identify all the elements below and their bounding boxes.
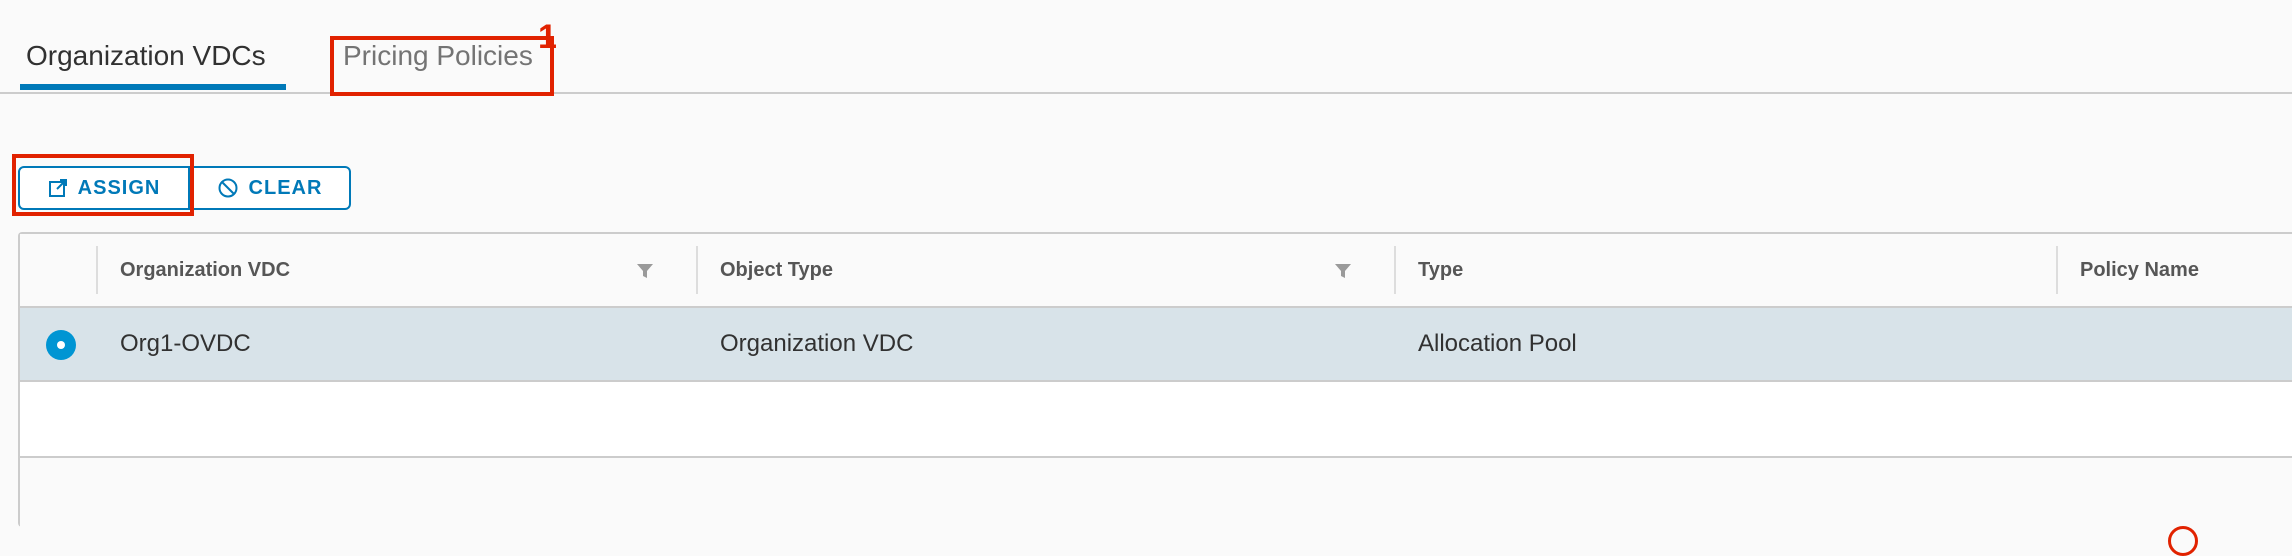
ban-icon [217,177,239,199]
table-row[interactable]: Org1-OVDC Organization VDC Allocation Po… [20,308,2292,382]
cell-type: Allocation Pool [1418,330,1577,357]
grid-header: Organization VDC Object Type Type Policy… [20,234,2292,308]
column-header-organization-vdc[interactable]: Organization VDC [120,234,290,306]
column-separator[interactable] [1394,246,1396,294]
radio-dot [57,341,65,349]
org-vdc-grid: Organization VDC Object Type Type Policy… [18,232,2292,527]
clear-button[interactable]: CLEAR [190,166,351,210]
column-header-object-type[interactable]: Object Type [720,234,833,306]
column-separator[interactable] [2056,246,2058,294]
cell-organization-vdc: Org1-OVDC [120,330,251,357]
tab-organization-vdcs[interactable]: Organization VDCs [26,38,266,74]
annotation-box-assign [12,154,194,216]
cell-object-type: Organization VDC [720,330,914,357]
column-header-policy-name[interactable]: Policy Name [2080,234,2199,306]
annotation-box-pricing-tab [330,36,554,96]
column-header-type[interactable]: Type [1418,234,1463,306]
grid-footer [20,456,2292,527]
clear-button-label: CLEAR [248,176,323,199]
filter-icon[interactable] [636,262,654,285]
row-select-radio[interactable] [46,330,76,360]
annotation-circle [2168,526,2198,556]
column-separator[interactable] [696,246,698,294]
annotation-number: 1 [538,18,557,56]
filter-icon[interactable] [1334,262,1352,285]
active-tab-indicator [20,84,286,90]
column-separator[interactable] [96,246,98,294]
